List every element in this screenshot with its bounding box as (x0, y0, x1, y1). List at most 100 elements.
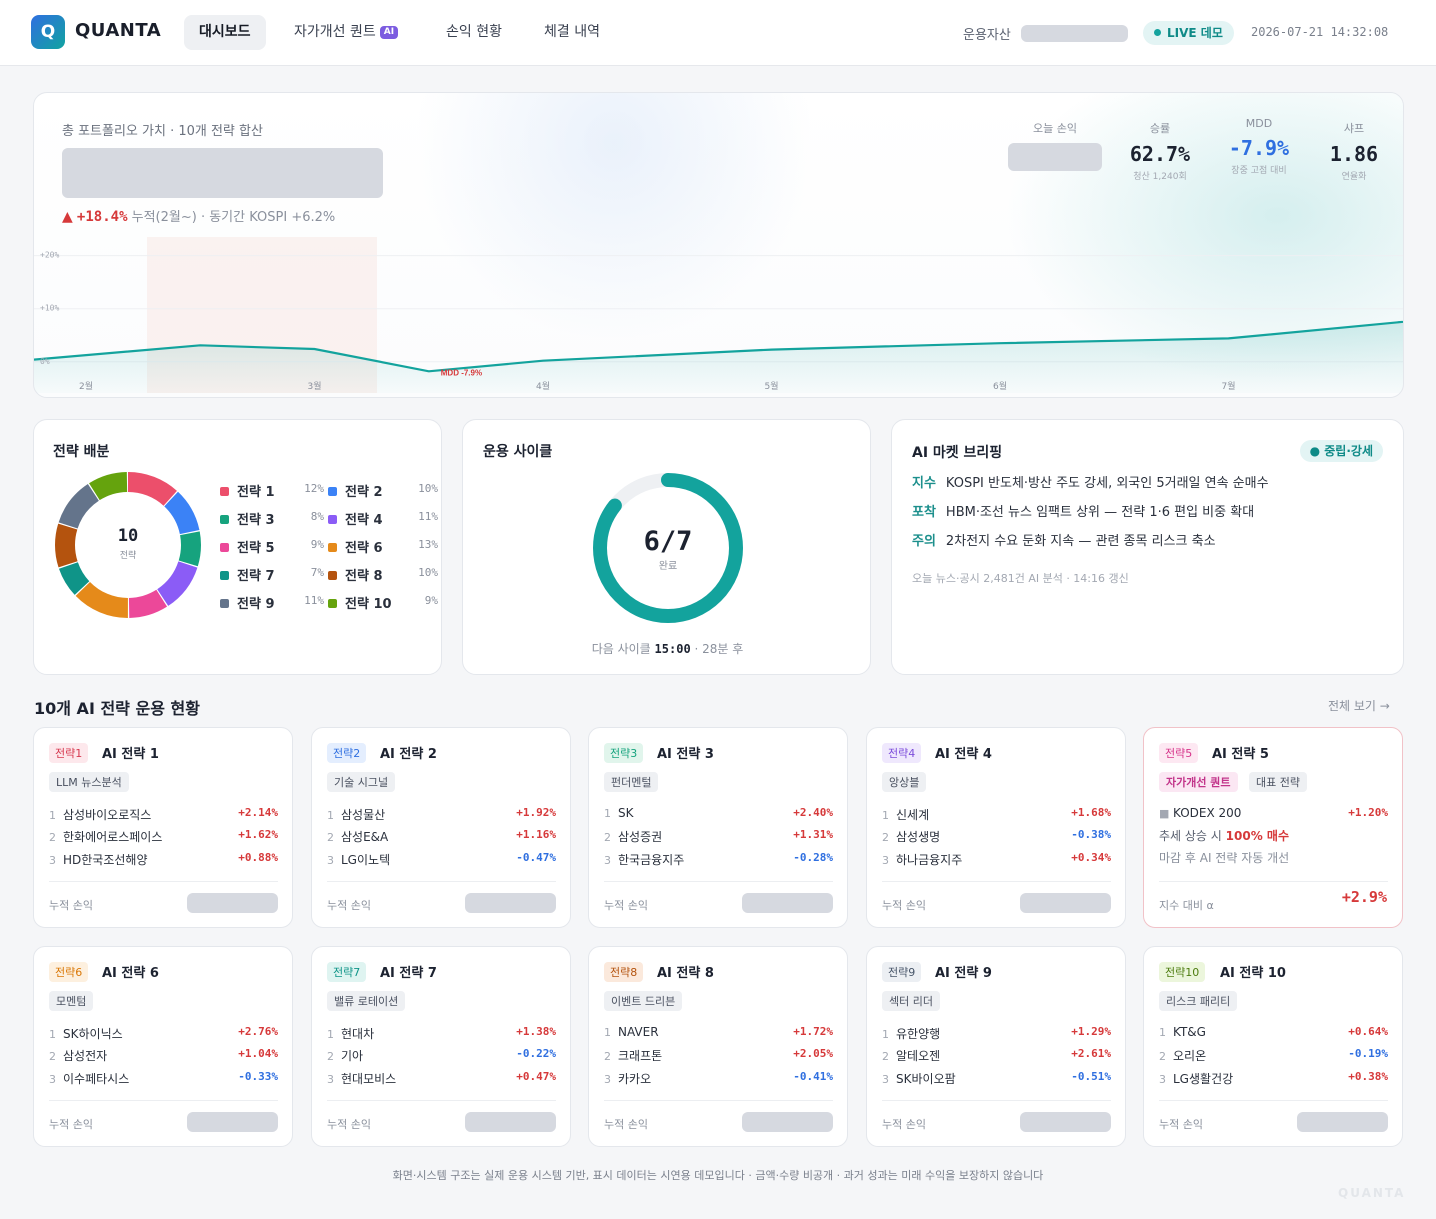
holding-row[interactable]: 2 알테오젠 +2.61% (882, 1047, 1111, 1064)
nav-label: 체결 내역 (544, 24, 600, 40)
y-tick-label: +10% (40, 304, 59, 313)
strategy-badge: 전략8 (604, 962, 644, 982)
strategy-card[interactable]: 전략10 AI 전략 10 리스크 패리티 1 KT&G +0.64% 2 오리온 -0.19%… (1143, 946, 1403, 1147)
holding-row[interactable]: 3 하나금융지주 +0.34% (882, 851, 1111, 868)
legend-item[interactable]: 전략 7 7% (220, 565, 324, 584)
nav-self-improving-quant[interactable]: 자가개선 퀀트 AI (279, 15, 413, 50)
cumulative-pnl-label: 누적 손익 (327, 899, 371, 912)
stat-mdd: MDD -7.9% 장중 고점 대비 (1214, 117, 1304, 176)
holding-row[interactable]: 1 KT&G +0.64% (1159, 1025, 1388, 1039)
nav-pnl[interactable]: 손익 현황 (431, 15, 517, 50)
cycle-value: 6/7 (644, 526, 693, 557)
legend-item[interactable]: 전략 1 12% (220, 481, 324, 500)
holding-row[interactable]: 1 신세계 +1.68% (882, 806, 1111, 823)
holding-name: SK바이오팜 (896, 1072, 956, 1086)
holding-row[interactable]: 2 기아 -0.22% (327, 1047, 556, 1064)
strategy-badge: 전략5 (1159, 743, 1199, 763)
legend-item[interactable]: 전략 10 9% (328, 593, 438, 612)
holding-name: 알테오젠 (896, 1049, 941, 1063)
holding-row[interactable]: 3 카카오 -0.41% (604, 1070, 833, 1087)
holding-row[interactable]: 3 이수페타시스 -0.33% (49, 1070, 278, 1087)
holding-name: 현대모비스 (341, 1072, 397, 1086)
holding-row[interactable]: 3 SK바이오팜 -0.51% (882, 1070, 1111, 1087)
nav-label: 자가개선 퀀트 (294, 24, 376, 40)
stat-win-rate: 승률 62.7% 청산 1,240회 (1120, 120, 1200, 182)
sentiment-label: 중립·강세 (1324, 444, 1373, 458)
legend-item[interactable]: 전략 8 10% (328, 565, 438, 584)
holding-row[interactable]: ■ KODEX 200 +1.20% (1159, 806, 1388, 820)
briefing-text: KOSPI 반도체·방산 주도 강세, 외국인 5거래일 연속 순매수 (945, 476, 1269, 491)
holding-row[interactable]: 3 한국금융지주 -0.28% (604, 851, 833, 868)
datetime: 2026-07-21 14:32:08 (1251, 25, 1389, 39)
legend-name: 전략 7 (237, 569, 275, 584)
legend-item[interactable]: 전략 5 9% (220, 537, 324, 556)
holding-row[interactable]: 1 NAVER +1.72% (604, 1025, 833, 1039)
strategy-tag: 앙상블 (882, 772, 927, 792)
holding-row[interactable]: 2 삼성전자 +1.04% (49, 1047, 278, 1064)
x-tick-label: 3월 (307, 380, 321, 392)
strategy-card[interactable]: 전략2 AI 전략 2 기술 시그널 1 삼성물산 +1.92% 2 삼성E&A +1.16% 3… (311, 727, 571, 928)
holding-row[interactable]: 1 현대차 +1.38% (327, 1025, 556, 1042)
holding-row[interactable]: 2 한화에어로스페이스 +1.62% (49, 828, 278, 845)
legend-item[interactable]: 전략 3 8% (220, 509, 324, 528)
holding-row[interactable]: 1 SK +2.40% (604, 806, 833, 820)
holding-name: 하나금융지주 (896, 853, 963, 867)
portfolio-title: 총 포트폴리오 가치 · 10개 전략 합산 (62, 124, 263, 139)
x-tick-label: 5월 (764, 380, 778, 392)
nav-dashboard[interactable]: 대시보드 (184, 15, 266, 50)
holding-index: 2 (327, 831, 334, 844)
legend-item[interactable]: 전략 9 11% (220, 593, 324, 612)
holding-row[interactable]: 2 삼성E&A +1.16% (327, 828, 556, 845)
legend-item[interactable]: 전략 6 13% (328, 537, 438, 556)
divider (882, 1100, 1111, 1101)
holding-name: 오리온 (1173, 1049, 1207, 1063)
cumulative-pnl-masked (742, 1112, 833, 1132)
strategy-card[interactable]: 전략4 AI 전략 4 앙상블 1 신세계 +1.68% 2 삼성생명 -0.38% 3 하나금융지… (866, 727, 1126, 928)
holding-name: 현대차 (341, 1027, 375, 1041)
holding-row[interactable]: 2 오리온 -0.19% (1159, 1047, 1388, 1064)
strategy-tag: LLM 뉴스분석 (49, 772, 129, 792)
holding-row[interactable]: 1 삼성바이오로직스 +2.14% (49, 806, 278, 823)
holding-change: +2.40% (793, 806, 833, 819)
strategy-name: AI 전략 2 (380, 747, 437, 762)
logo-icon[interactable]: Q (31, 15, 65, 49)
divider (882, 881, 1111, 882)
cumulative-pnl-label: 누적 손익 (882, 899, 926, 912)
holding-change: +1.62% (238, 828, 278, 841)
aum-label: 운용자산 (963, 28, 1011, 43)
strategy-note: 마감 후 AI 전략 자동 개선 (1159, 851, 1290, 865)
holding-row[interactable]: 1 유한양행 +1.29% (882, 1025, 1111, 1042)
legend-pct: 11% (304, 594, 324, 607)
holding-index: 1 (882, 809, 889, 822)
legend-item[interactable]: 전략 2 10% (328, 481, 438, 500)
holding-name: 삼성E&A (341, 830, 389, 844)
holding-row[interactable]: 3 LG이노텍 -0.47% (327, 851, 556, 868)
strategy-card[interactable]: 전략6 AI 전략 6 모멘텀 1 SK하이닉스 +2.76% 2 삼성전자 +1.04% 3 이수… (33, 946, 293, 1147)
holding-row[interactable]: 2 크래프톤 +2.05% (604, 1047, 833, 1064)
holding-row[interactable]: 2 삼성생명 -0.38% (882, 828, 1111, 845)
legend-swatch (328, 515, 337, 524)
strategy-name: AI 전략 7 (380, 966, 437, 981)
holding-change: +1.68% (1071, 806, 1111, 819)
nav-label: 대시보드 (199, 24, 251, 40)
holding-row[interactable]: 1 삼성물산 +1.92% (327, 806, 556, 823)
strategy-card[interactable]: 전략1 AI 전략 1 LLM 뉴스분석 1 삼성바이오로직스 +2.14% 2 한화에어로스… (33, 727, 293, 928)
nav-executions[interactable]: 체결 내역 (529, 15, 615, 50)
holding-row[interactable]: 3 현대모비스 +0.47% (327, 1070, 556, 1087)
holding-row[interactable]: 3 LG생활건강 +0.38% (1159, 1070, 1388, 1087)
strategy-card[interactable]: 전략7 AI 전략 7 밸류 로테이션 1 현대차 +1.38% 2 기아 -0.22% 3 현대모… (311, 946, 571, 1147)
legend-item[interactable]: 전략 4 11% (328, 509, 438, 528)
brand-name[interactable]: QUANTA (75, 20, 161, 41)
strategy-card[interactable]: 전략3 AI 전략 3 펀더멘털 1 SK +2.40% 2 삼성증권 +1.31% 3 한국금융지… (588, 727, 848, 928)
holding-row[interactable]: 2 삼성증권 +1.31% (604, 828, 833, 845)
holding-row[interactable]: 1 SK하이닉스 +2.76% (49, 1025, 278, 1042)
strategy-tag: 펀더멘털 (604, 772, 659, 792)
strategy-card[interactable]: 전략9 AI 전략 9 섹터 리더 1 유한양행 +1.29% 2 알테오젠 +2.61% 3 SK… (866, 946, 1126, 1147)
holding-row[interactable]: 3 HD한국조선해양 +0.88% (49, 851, 278, 868)
strategy-card[interactable]: 전략5 AI 전략 5 자가개선 퀀트 대표 전략 ■ KODEX 200 +1.20% 추세… (1143, 727, 1403, 928)
see-all-link[interactable]: 전체 보기 → (1328, 697, 1390, 714)
legend-swatch (220, 599, 229, 608)
strategy-name: AI 전략 3 (657, 747, 714, 762)
strategy-card[interactable]: 전략8 AI 전략 8 이벤트 드리븐 1 NAVER +1.72% 2 크래프톤 +2.05%… (588, 946, 848, 1147)
donut-center-value: 10 (118, 526, 138, 546)
